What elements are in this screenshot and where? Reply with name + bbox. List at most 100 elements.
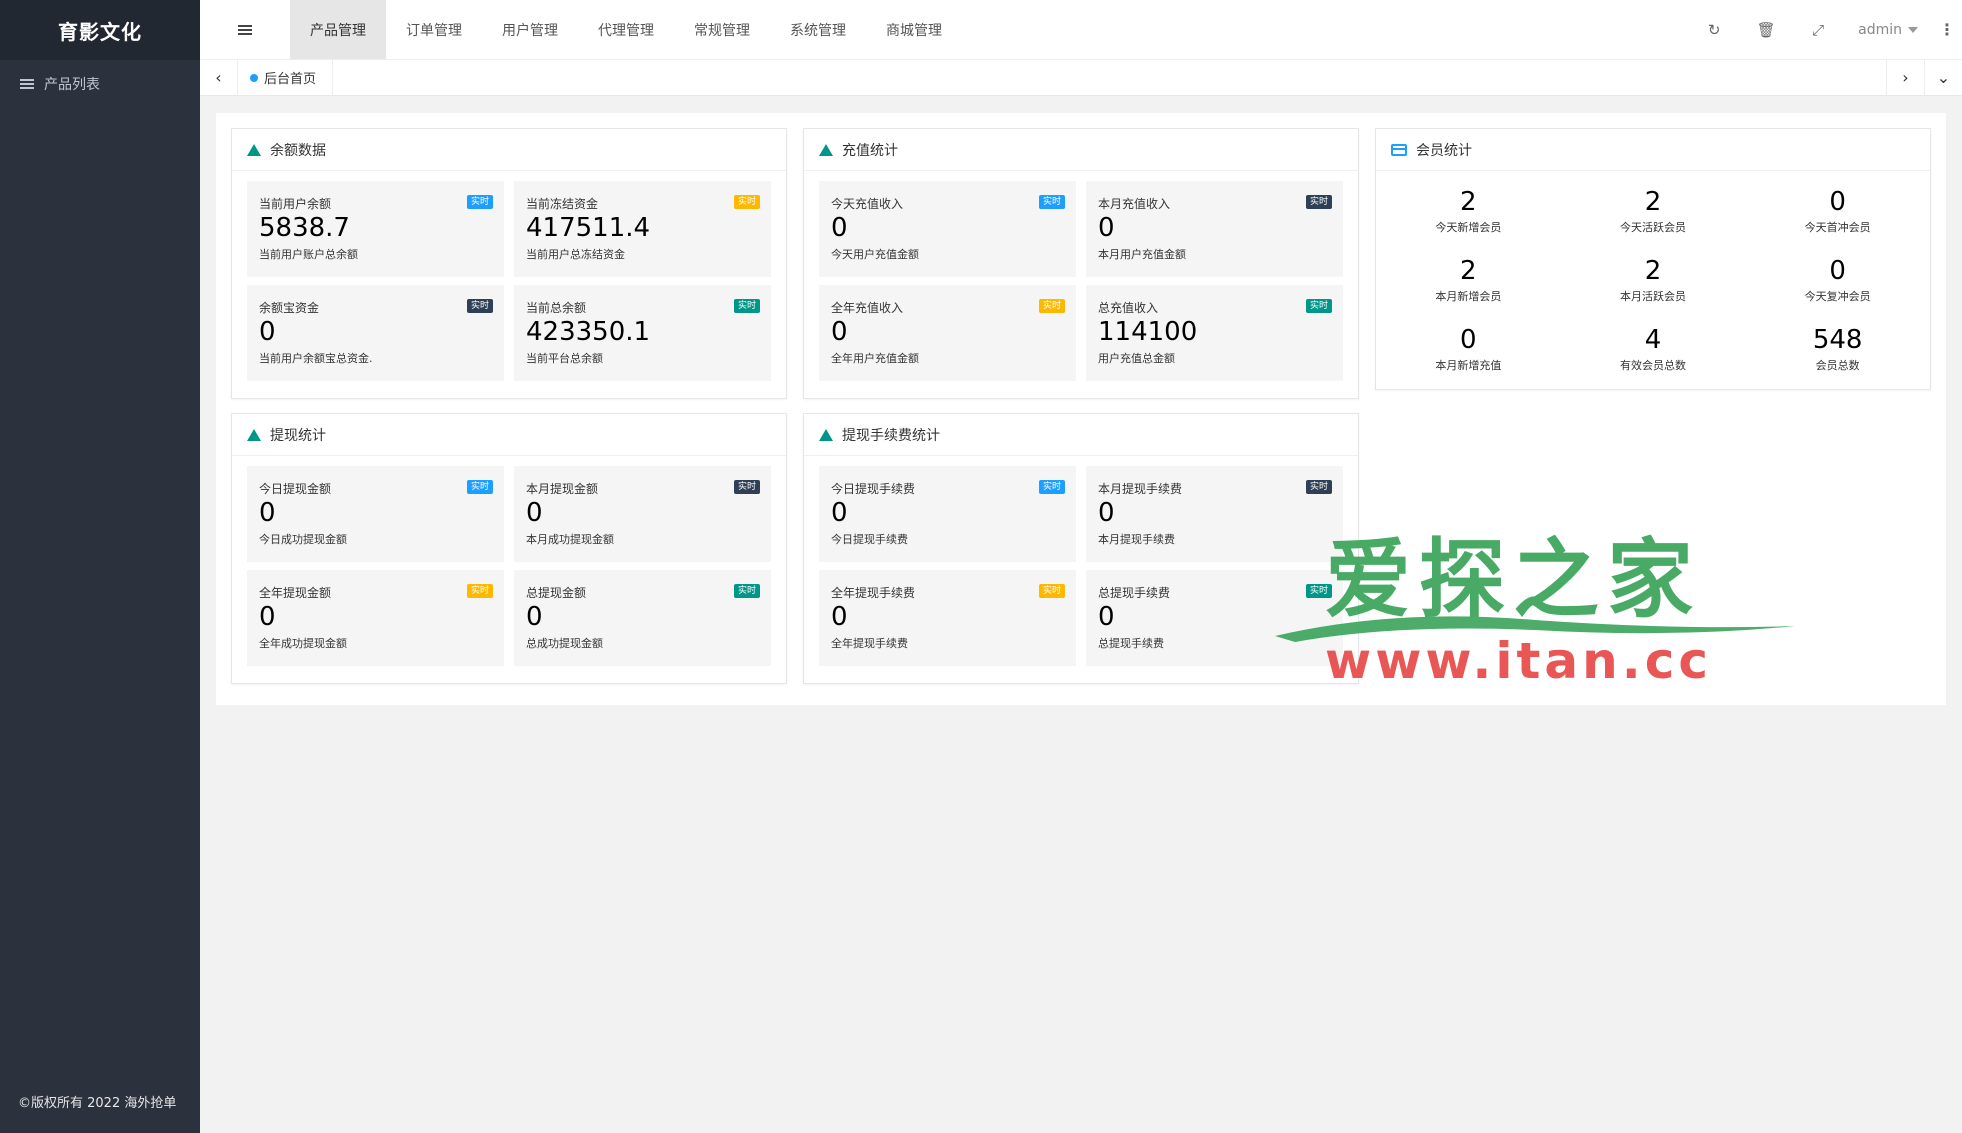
stat-value: 0 <box>1098 602 1115 632</box>
stat-value: 0 <box>831 317 848 347</box>
stat-desc: 总提现手续费 <box>1098 637 1164 650</box>
stat-title: 全年充值收入 <box>831 301 904 315</box>
trash-icon[interactable]: 🗑 <box>1740 0 1792 60</box>
tab-product[interactable]: 产品管理 <box>290 0 386 59</box>
stat-title: 余额宝资金 <box>259 301 320 315</box>
card-title: 提现手续费统计 <box>842 427 940 444</box>
stat-year-withdraw: 全年提现金额 实时 0 全年成功提现金额 <box>247 570 504 666</box>
stat-desc: 全年提现手续费 <box>831 637 908 650</box>
member-stat-desc: 今天首冲会员 <box>1804 221 1871 234</box>
card-title: 余额数据 <box>270 142 326 159</box>
card-title: 充值统计 <box>842 142 898 159</box>
member-stat: 0 今天复冲会员 <box>1745 254 1930 323</box>
member-stat: 0 今天首冲会员 <box>1745 185 1930 254</box>
stat-desc: 全年用户充值金额 <box>831 352 919 365</box>
stat-title: 全年提现金额 <box>259 586 332 600</box>
stat-today-withdraw: 今日提现金额 实时 0 今日成功提现金额 <box>247 466 504 562</box>
member-stat: 2 今天活跃会员 <box>1561 185 1746 254</box>
member-stat: 2 本月活跃会员 <box>1561 254 1746 323</box>
realtime-badge: 实时 <box>466 299 493 313</box>
realtime-badge: 实时 <box>1305 299 1332 313</box>
chevron-down-icon <box>1908 26 1918 33</box>
stat-month-withdraw: 本月提现金额 实时 0 本月成功提现金额 <box>514 466 771 562</box>
member-stat-desc: 会员总数 <box>1815 359 1860 372</box>
copyright: ©版权所有 2022 海外抢单 <box>18 1096 177 1111</box>
member-stat-desc: 本月新增充值 <box>1435 359 1502 372</box>
stat-desc: 本月成功提现金额 <box>526 533 614 546</box>
chevron-right-icon[interactable]: › <box>1886 59 1924 96</box>
member-stat: 2 今天新增会员 <box>1376 185 1561 254</box>
more-icon[interactable]: ⋮ <box>1932 0 1962 60</box>
fullscreen-icon[interactable]: ⤢ <box>1792 0 1844 60</box>
stat-value: 0 <box>259 602 276 632</box>
realtime-badge: 实时 <box>1038 195 1065 209</box>
chevron-left-icon[interactable]: ‹ <box>200 59 238 96</box>
sidebar-item-product-list[interactable]: 产品列表 <box>0 60 200 108</box>
stat-value: 0 <box>831 213 848 243</box>
stat-title: 全年提现手续费 <box>831 586 916 600</box>
member-stat-desc: 本月活跃会员 <box>1619 290 1686 303</box>
realtime-badge: 实时 <box>466 584 493 598</box>
brand-logo: 育影文化 <box>0 0 200 60</box>
menu-toggle-button[interactable] <box>200 0 290 59</box>
tab-mall[interactable]: 商城管理 <box>866 0 962 59</box>
member-stat: 2 本月新增会员 <box>1376 254 1561 323</box>
stat-year-recharge: 全年充值收入 实时 0 全年用户充值金额 <box>819 285 1076 381</box>
stat-current-balance: 当前用户余额 实时 5838.7 当前用户账户总余额 <box>247 181 504 277</box>
realtime-badge: 实时 <box>733 299 760 313</box>
member-stat-desc: 今天复冲会员 <box>1804 290 1871 303</box>
tab-user[interactable]: 用户管理 <box>482 0 578 59</box>
realtime-badge: 实时 <box>1038 584 1065 598</box>
tab-home[interactable]: 后台首页 <box>238 59 334 96</box>
dashboard-content: 余额数据 当前用户余额 实时 5838.7 当前用户账户总余额 当前冻结资金 实… <box>216 113 1946 705</box>
stat-title: 今日提现金额 <box>259 482 332 496</box>
user-menu[interactable]: admin <box>1844 22 1932 38</box>
realtime-badge: 实时 <box>733 195 760 209</box>
realtime-badge: 实时 <box>1038 299 1065 313</box>
tab-agent[interactable]: 代理管理 <box>578 0 674 59</box>
tab-system[interactable]: 系统管理 <box>770 0 866 59</box>
member-stat-desc: 今天新增会员 <box>1435 221 1502 234</box>
stat-desc: 用户充值总金额 <box>1098 352 1175 365</box>
realtime-badge: 实时 <box>733 584 760 598</box>
members-card: 会员统计 2 今天新增会员 2 今天活跃会员 0 今天首冲会员 2 本月新增会员 2 本月… <box>1375 128 1931 390</box>
tab-general[interactable]: 常规管理 <box>674 0 770 59</box>
stat-title: 总提现金额 <box>526 586 587 600</box>
stat-value: 5838.7 <box>259 213 350 243</box>
menu-icon <box>238 24 252 35</box>
tab-order[interactable]: 订单管理 <box>386 0 482 59</box>
stat-value: 0 <box>259 498 276 528</box>
withdraw-card: 提现统计 今日提现金额 实时 0 今日成功提现金额 本月提现金额 实时 0 本月… <box>231 413 787 684</box>
realtime-badge: 实时 <box>1038 480 1065 494</box>
stat-title: 本月提现金额 <box>526 482 599 496</box>
stat-value: 0 <box>526 602 543 632</box>
stat-title: 当前用户余额 <box>259 197 332 211</box>
member-stat: 4 有效会员总数 <box>1561 323 1746 392</box>
member-stat-value: 2 <box>1644 256 1662 286</box>
warning-icon <box>819 428 833 441</box>
refresh-icon[interactable]: ↻ <box>1688 0 1740 60</box>
active-dot-icon <box>250 73 258 82</box>
card-title: 会员统计 <box>1416 142 1472 159</box>
member-stat: 548 会员总数 <box>1745 323 1930 392</box>
chevron-down-icon[interactable]: ⌄ <box>1924 59 1962 96</box>
top-header: 产品管理 订单管理 用户管理 代理管理 常规管理 系统管理 商城管理 ↻ 🗑 ⤢… <box>200 0 1962 60</box>
tab-home-label: 后台首页 <box>264 72 317 87</box>
stat-year-fee: 全年提现手续费 实时 0 全年提现手续费 <box>819 570 1076 666</box>
stat-desc: 总成功提现金额 <box>526 637 603 650</box>
stat-title: 总提现手续费 <box>1098 586 1171 600</box>
member-stat-desc: 本月新增会员 <box>1435 290 1502 303</box>
member-stat-value: 2 <box>1644 187 1662 217</box>
fee-card: 提现手续费统计 今日提现手续费 实时 0 今日提现手续费 本月提现手续费 实时 … <box>803 413 1359 684</box>
stat-desc: 今天用户充值金额 <box>831 248 919 261</box>
stat-title: 今天充值收入 <box>831 197 904 211</box>
stat-desc: 今日成功提现金额 <box>259 533 347 546</box>
stat-desc: 本月用户充值金额 <box>1098 248 1186 261</box>
stat-value: 417511.4 <box>526 213 651 243</box>
stat-value: 0 <box>831 498 848 528</box>
member-stat-value: 0 <box>1829 256 1846 286</box>
stat-month-fee: 本月提现手续费 实时 0 本月提现手续费 <box>1086 466 1343 562</box>
page-tabbar: ‹ 后台首页 › ⌄ <box>200 59 1962 96</box>
realtime-badge: 实时 <box>466 480 493 494</box>
stat-today-recharge: 今天充值收入 实时 0 今天用户充值金额 <box>819 181 1076 277</box>
